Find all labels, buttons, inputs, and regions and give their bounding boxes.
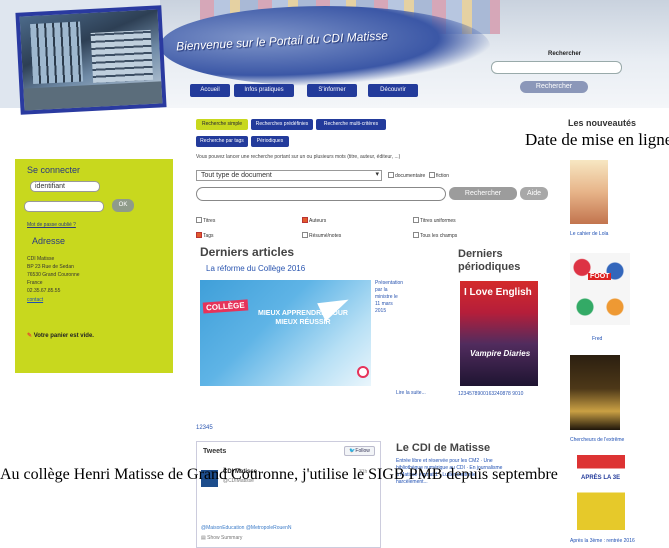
overlay-date-text: Date de mise en ligne	[525, 130, 669, 149]
checkbox-icon	[413, 232, 419, 238]
checkbox-label: Résumé/notes	[309, 233, 342, 239]
checkbox-icon	[196, 217, 202, 223]
cdi-heading: Le CDI de Matisse	[396, 442, 491, 454]
address-phone: 02.35.67.85.55	[27, 288, 61, 294]
magazine-cover-text: Vampire Diaries	[470, 349, 531, 358]
show-summary-link[interactable]: ▤ Show Summary	[201, 535, 242, 541]
login-input[interactable]: identifiant	[30, 181, 100, 192]
top-search-label: Rechercher	[548, 51, 582, 57]
follow-label: Follow	[355, 448, 370, 454]
nav-infos-pratiques[interactable]: Infos pratiques	[234, 84, 294, 97]
periodical-numbers[interactable]: 1234578900163240878 9010	[458, 391, 523, 397]
nouveautes-heading: Les nouveautés	[568, 118, 637, 128]
checkbox-label: Titres	[203, 218, 216, 224]
book-caption[interactable]: Le cahier de Lola	[570, 231, 608, 237]
book-caption[interactable]: Chercheurs de l'extrême	[570, 437, 624, 443]
connect-heading: Se connecter	[27, 165, 81, 175]
checkbox-titres[interactable]: Titres	[196, 217, 215, 224]
forgot-password-link[interactable]: Mot de passe oublié ?	[27, 222, 76, 228]
nav-decouvrir[interactable]: Découvrir	[368, 84, 418, 97]
tweet-mention[interactable]: @MaisonEducation @MetropoleRouenN	[201, 525, 291, 531]
top-search-input[interactable]	[491, 61, 622, 74]
address-line: CDI Matisse	[27, 256, 55, 262]
checkbox-icon	[302, 232, 308, 238]
login-ok-button[interactable]: OK	[112, 199, 134, 212]
book-cover[interactable]	[570, 355, 620, 430]
book-cover[interactable]: FOOT	[570, 253, 630, 325]
checkbox-label: Tags	[203, 233, 214, 239]
tab-predefined-search[interactable]: Recherches prédéfinies	[251, 119, 313, 130]
checkbox-auteurs[interactable]: Auteurs	[302, 217, 326, 224]
checkbox-icon	[413, 217, 419, 223]
checkbox-icon	[429, 172, 435, 178]
overlay-intro-text: Au collège Henri Matisse de Grand Couron…	[0, 466, 558, 483]
checkbox-label: Titres uniformes	[420, 218, 456, 224]
summary-label: Show Summary	[207, 535, 243, 541]
articles-heading: Derniers articles	[200, 245, 295, 259]
address-line: BP 23 Rue de Sedan	[27, 264, 74, 270]
address-line: 76530 Grand Couronne	[27, 272, 80, 278]
option-documentaire[interactable]: documentaire	[388, 172, 425, 179]
checkbox-tous-champs[interactable]: Tous les champs	[413, 232, 457, 239]
follow-button[interactable]: 🐦Follow	[344, 446, 375, 456]
school-photo	[15, 5, 167, 115]
doc-type-value: Tout type de document	[201, 172, 272, 179]
tab-multicriteria-search[interactable]: Recherche multi-critères	[316, 119, 386, 130]
checkbox-titres-uniformes[interactable]: Titres uniformes	[413, 217, 456, 224]
magazine-title: I Love English	[464, 287, 532, 298]
contact-link[interactable]: contact	[27, 297, 43, 303]
option-label: fiction	[436, 173, 450, 179]
periodicals-heading: Derniers périodiques	[458, 248, 521, 273]
checkbox-checked-icon	[302, 217, 308, 223]
cart-text: Votre panier est vide.	[33, 333, 94, 339]
checkbox-checked-icon	[196, 232, 202, 238]
option-fiction[interactable]: fiction	[429, 172, 449, 179]
tab-tag-search[interactable]: Recherche par tags	[196, 136, 248, 147]
book-caption[interactable]: Fred	[592, 336, 602, 342]
cart-icon: ✎	[27, 333, 34, 339]
nav-s-informer[interactable]: S'informer	[307, 84, 357, 97]
checkbox-resume-notes[interactable]: Résumé/notes	[302, 232, 341, 239]
top-search-button[interactable]: Rechercher	[520, 81, 588, 93]
address-heading: Adresse	[32, 236, 66, 246]
tab-periodicals[interactable]: Périodiques	[251, 136, 289, 147]
search-button[interactable]: Rechercher	[449, 187, 517, 200]
nav-accueil[interactable]: Accueil	[190, 84, 230, 97]
doc-type-select[interactable]: Tout type de document ▾	[196, 170, 382, 181]
article-link[interactable]: La réforme du Collège 2016	[206, 264, 305, 273]
cart-status: ✎ Votre panier est vide.	[27, 332, 94, 339]
checkbox-tags[interactable]: Tags	[196, 232, 214, 239]
cover-text: FOOT	[588, 273, 612, 280]
badge-icon	[357, 366, 369, 378]
option-label: documentaire	[395, 173, 426, 179]
chevron-down-icon: ▾	[375, 171, 379, 178]
help-button[interactable]: Aide	[520, 187, 548, 200]
read-more-link[interactable]: Lire la suite...	[396, 390, 426, 396]
article-summary: Présentation par la ministre le 11 mars …	[375, 280, 404, 314]
checkbox-label: Tous les champs	[420, 233, 458, 239]
checkbox-icon	[388, 172, 394, 178]
tweets-heading: Tweets	[203, 448, 227, 455]
book-cover[interactable]	[570, 160, 608, 224]
checkbox-label: Auteurs	[309, 218, 327, 224]
address-line: France	[27, 280, 43, 286]
cover-text: APRÈS LA 3E	[581, 475, 621, 481]
book-caption[interactable]: Après la 3ème : rentrée 2016	[570, 538, 635, 544]
password-input[interactable]	[24, 201, 104, 212]
main-search-input[interactable]	[196, 187, 446, 201]
tab-simple-search[interactable]: Recherche simple	[196, 119, 248, 130]
tweets-widget: Tweets	[196, 441, 381, 548]
misc-number-link[interactable]: 12345	[196, 425, 213, 431]
book-cover[interactable]: APRÈS LA 3E	[577, 455, 625, 530]
magazine-cover[interactable]: I Love English Vampire Diaries	[460, 281, 538, 386]
search-intro: Vous pouvez lancer une recherche portant…	[196, 154, 401, 160]
